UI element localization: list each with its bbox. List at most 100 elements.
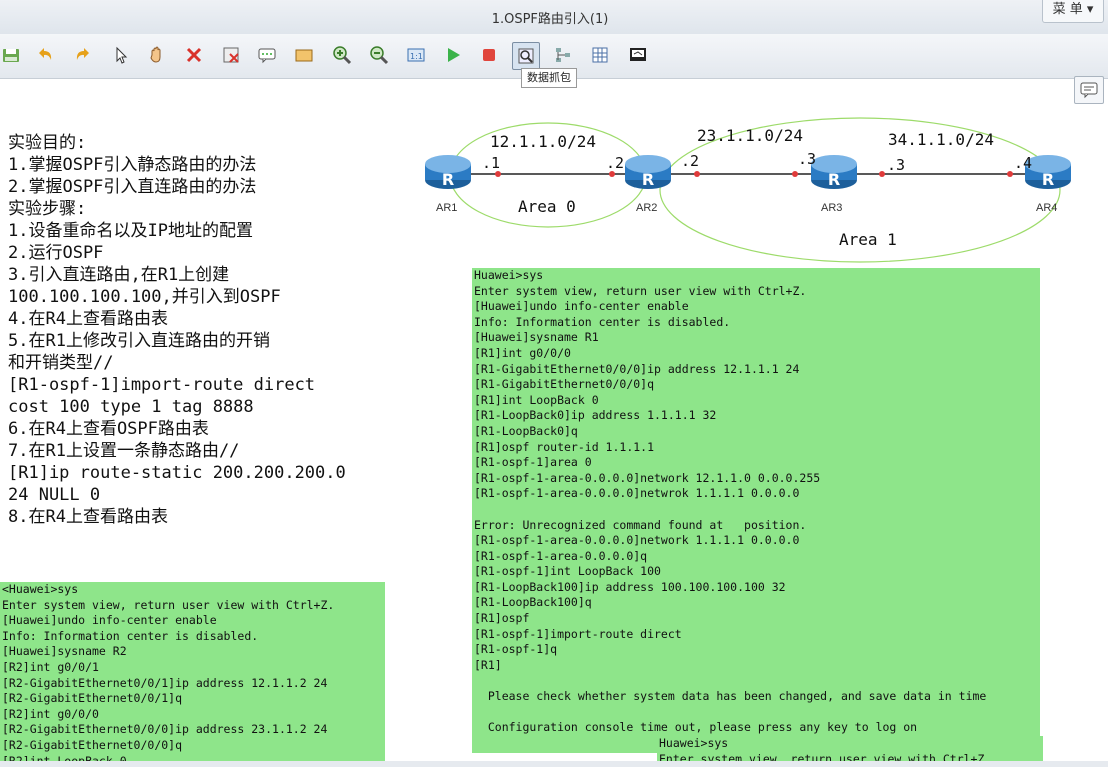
router-icon: R: [425, 155, 471, 189]
note-line: 和开销类型//: [8, 353, 114, 373]
text-note-icon[interactable]: [254, 42, 280, 68]
scrollbar[interactable]: [0, 761, 1108, 767]
router-glyph: R: [642, 170, 654, 189]
console-line: Huawei>sys: [474, 268, 544, 282]
console-line: Info: Information center is disabled.: [474, 314, 731, 329]
console-line: [R1-LoopBack0]ip address 1.1.1.1 32: [474, 408, 717, 423]
delete-icon[interactable]: [181, 42, 207, 68]
stop-icon[interactable]: [476, 42, 502, 68]
network-label: 34.1.1.0/24: [888, 130, 994, 149]
port-dot: [694, 171, 700, 177]
console-line: [R2-GigabitEthernet0/0/0]ip address 23.1…: [2, 722, 328, 737]
network-label: 12.1.1.0/24: [490, 132, 596, 151]
console-line: <Huawei>sys: [2, 582, 79, 596]
console-line: Huawei>sys: [659, 736, 729, 750]
note-line: 实验步骤:: [8, 199, 87, 219]
router-glyph: R: [1042, 170, 1054, 189]
console-line: Configuration console time out, please p…: [474, 720, 918, 735]
console-line: [R1-ospf-1]import-route direct: [474, 626, 682, 641]
console-line: Error: Unrecognized command found at pos…: [474, 517, 807, 532]
console-r1[interactable]: Huawei>sys Enter system view, return user…: [472, 268, 1040, 753]
router-icon: R: [811, 155, 857, 189]
note-line: 2.掌握OSPF引入直连路由的办法: [8, 177, 257, 197]
router-glyph: R: [442, 170, 454, 189]
note-line: 3.引入直连路由,在R1上创建: [8, 265, 230, 285]
save-icon[interactable]: [0, 42, 24, 68]
zoom-out-icon[interactable]: [366, 42, 392, 68]
port-dot: [1007, 171, 1013, 177]
console-line: [R2-GigabitEthernet0/0/0]q: [2, 737, 183, 752]
svg-text:1:1: 1:1: [410, 52, 423, 61]
rectangle-icon[interactable]: [291, 42, 317, 68]
tooltip: 数据抓包: [521, 68, 577, 88]
console-line: [R1-ospf-1-area-0.0.0.0]q: [474, 548, 648, 563]
note-line: 1.设备重命名以及IP地址的配置: [8, 221, 253, 241]
area-label: Area 0: [518, 197, 576, 216]
terminal-icon[interactable]: [625, 42, 651, 68]
note-line: 1.掌握OSPF引入静态路由的办法: [8, 155, 257, 175]
note-line: 5.在R1上修改引入直连路由的开销: [8, 331, 270, 351]
port-label: .4: [1014, 154, 1033, 172]
console-r2[interactable]: <Huawei>sys Enter system view, return use…: [0, 582, 385, 767]
chat-icon[interactable]: [1074, 76, 1104, 104]
console-line: [R1-LoopBack100]q: [474, 595, 592, 610]
topology-icon[interactable]: [550, 42, 576, 68]
console-line: [Huawei]undo info-center enable: [2, 613, 217, 628]
note-line: 2.运行OSPF: [8, 243, 104, 263]
note-line: 实验目的:: [8, 133, 87, 153]
undo-icon[interactable]: [32, 42, 58, 68]
console-line: [R1]int LoopBack 0: [474, 392, 599, 407]
select-icon[interactable]: [108, 42, 134, 68]
console-line: [R1-ospf-1-area-0.0.0.0]netwrok 1.1.1.1 …: [474, 486, 800, 501]
capture-icon[interactable]: [512, 42, 540, 70]
start-icon[interactable]: [440, 42, 466, 68]
note-line: 8.在R4上查看路由表: [8, 507, 168, 527]
router-label-ar4[interactable]: AR4: [1036, 202, 1057, 214]
router-label-ar1[interactable]: AR1: [436, 202, 457, 214]
console-line: [R1-ospf-1]area 0: [474, 455, 592, 470]
port-label: .3: [798, 150, 817, 168]
menu-button[interactable]: 菜 单 ▾: [1042, 0, 1104, 23]
zoom-in-icon[interactable]: [329, 42, 355, 68]
port-label: .2: [681, 152, 700, 170]
fit-icon[interactable]: 1:1: [403, 42, 429, 68]
note-line: 6.在R4上查看OSPF路由表: [8, 419, 209, 439]
router-glyph: R: [828, 170, 840, 189]
console-line: [R1-GigabitEthernet0/0/0]ip address 12.1…: [474, 361, 800, 376]
router-icon: R: [625, 155, 671, 189]
router-label-ar3[interactable]: AR3: [821, 202, 842, 214]
port-dot: [879, 171, 885, 177]
console-line: Info: Information center is disabled.: [2, 628, 259, 643]
console-line: Enter system view, return user view with…: [2, 597, 335, 612]
dropdown-arrow-icon: ▾: [1086, 2, 1094, 17]
window-title: 1.OSPF路由引入(1): [491, 12, 609, 27]
note-line: [R1]ip route-static 200.200.200.0: [8, 463, 346, 483]
console-line: [R1-LoopBack0]q: [474, 423, 578, 438]
console-line: [Huawei]sysname R1: [474, 330, 599, 345]
grid-icon[interactable]: [587, 42, 613, 68]
console-line: [R2-GigabitEthernet0/0/1]ip address 12.1…: [2, 675, 328, 690]
console-line: [R1-ospf-1-area-0.0.0.0]network 12.1.1.0…: [474, 470, 821, 485]
pan-icon[interactable]: [144, 42, 170, 68]
console-line: [Huawei]sysname R2: [2, 644, 127, 659]
topology-canvas: R R R R 12.1.1.0/24 23.1.1.0/24 34.1.1.0…: [420, 110, 1108, 270]
menu-label: 菜 单: [1052, 2, 1083, 17]
port-dot: [792, 171, 798, 177]
console-line: [R1-LoopBack100]ip address 100.100.100.1…: [474, 579, 786, 594]
router-label-ar2[interactable]: AR2: [636, 202, 657, 214]
console-line: [R1]int g0/0/0: [474, 345, 571, 360]
note-line: 7.在R1上设置一条静态路由//: [8, 441, 240, 461]
redo-icon[interactable]: [70, 42, 96, 68]
console-line: Enter system view, return user view with…: [474, 283, 807, 298]
console-line: [R2]int g0/0/1: [2, 659, 99, 674]
title-bar: 1.OSPF路由引入(1) 菜 单 ▾: [0, 0, 1108, 34]
console-line: [R2]int g0/0/0: [2, 706, 99, 721]
network-label: 23.1.1.0/24: [697, 126, 803, 145]
console-line: [R1]ospf router-id 1.1.1.1: [474, 439, 655, 454]
note-line: [R1-ospf-1]import-route direct: [8, 375, 316, 395]
delete-connection-icon[interactable]: [218, 42, 244, 68]
console-line: [R1]ospf: [474, 611, 530, 626]
